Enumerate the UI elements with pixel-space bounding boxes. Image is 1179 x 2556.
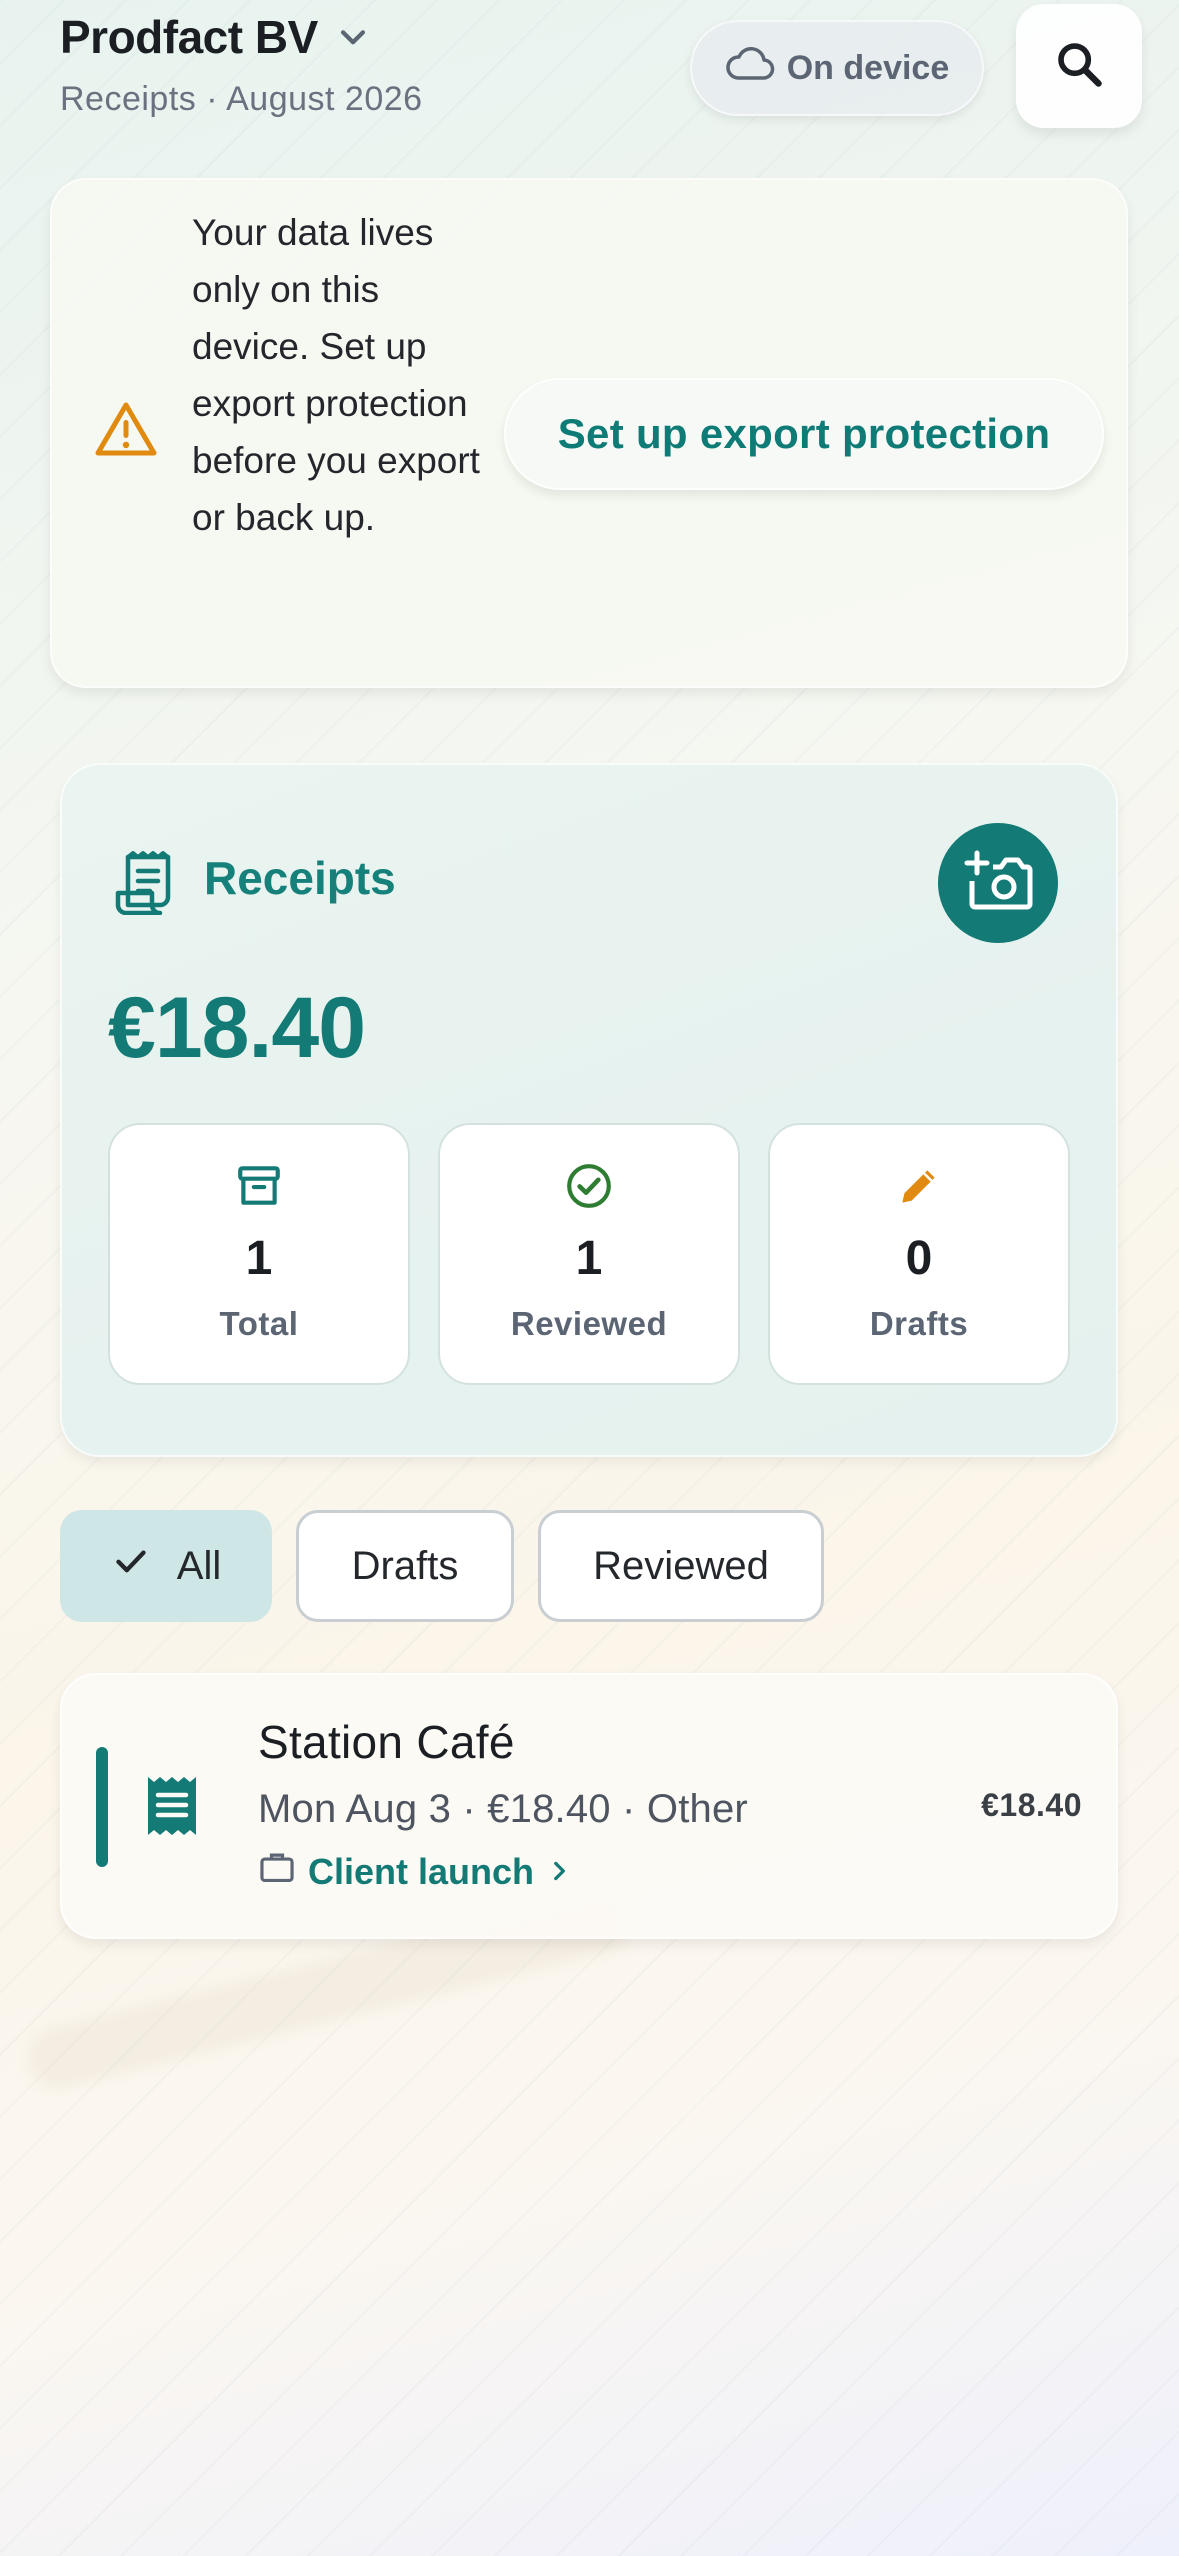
banner-message: Your data lives only on this device. Set… bbox=[192, 212, 480, 538]
company-name: Prodfact BV bbox=[60, 11, 318, 63]
check-circle-icon bbox=[440, 1161, 738, 1211]
stat-drafts: 0 Drafts bbox=[768, 1123, 1070, 1385]
receipts-summary-card: Receipts €18.40 1 Total 1 Reviewed 0 Dra… bbox=[60, 763, 1118, 1457]
status-indicator-bar bbox=[96, 1747, 108, 1867]
receipt-merchant: Station Café bbox=[258, 1716, 515, 1768]
add-photo-icon bbox=[963, 849, 1033, 918]
stat-value: 1 bbox=[575, 1232, 603, 1285]
receipt-amount: €18.40 bbox=[981, 1787, 1082, 1823]
warning-icon bbox=[94, 400, 158, 463]
search-button[interactable] bbox=[1016, 4, 1142, 128]
storage-status-pill[interactable]: On device bbox=[690, 20, 984, 116]
storage-status-label: On device bbox=[786, 48, 950, 87]
cloud-icon bbox=[725, 46, 775, 91]
search-icon bbox=[1053, 38, 1105, 95]
stat-value: 0 bbox=[905, 1232, 933, 1285]
project-name: Client launch bbox=[308, 1850, 535, 1892]
filter-chip-all[interactable]: All bbox=[60, 1510, 272, 1622]
stat-reviewed: 1 Reviewed bbox=[438, 1123, 740, 1385]
check-icon bbox=[111, 1541, 151, 1591]
receipt-project-link[interactable]: Client launch bbox=[258, 1849, 572, 1894]
archive-box-icon bbox=[110, 1161, 408, 1211]
filter-chip-drafts[interactable]: Drafts bbox=[296, 1510, 514, 1622]
stat-label: Reviewed bbox=[510, 1305, 668, 1342]
company-switcher[interactable]: Prodfact BV bbox=[60, 10, 370, 64]
receipts-card-title: Receipts bbox=[204, 852, 396, 904]
filter-chip-reviewed[interactable]: Reviewed bbox=[538, 1510, 824, 1622]
stat-value: 1 bbox=[245, 1232, 273, 1285]
chevron-down-icon bbox=[336, 21, 370, 60]
add-receipt-camera-button[interactable] bbox=[938, 823, 1058, 943]
briefcase-icon bbox=[258, 1849, 296, 1894]
receipt-icon bbox=[112, 849, 176, 920]
filter-chip-label: All bbox=[176, 1543, 222, 1588]
setup-export-protection-button[interactable]: Set up export protection bbox=[504, 378, 1104, 490]
page-subtitle: Receipts · August 2026 bbox=[60, 80, 423, 118]
receipts-total-amount: €18.40 bbox=[108, 980, 366, 1076]
receipt-meta: Mon Aug 3 · €18.40 · Other bbox=[258, 1787, 748, 1831]
list-item[interactable]: Station Café Mon Aug 3 · €18.40 · Other … bbox=[60, 1673, 1118, 1939]
stat-label: Total bbox=[219, 1305, 299, 1342]
export-protection-banner: Your data lives only on this device. Set… bbox=[50, 178, 1128, 688]
chevron-right-icon bbox=[546, 1851, 572, 1893]
stat-total: 1 Total bbox=[108, 1123, 410, 1385]
pencil-icon bbox=[770, 1161, 1068, 1211]
receipt-icon bbox=[142, 1773, 202, 1844]
stat-label: Drafts bbox=[869, 1305, 969, 1342]
